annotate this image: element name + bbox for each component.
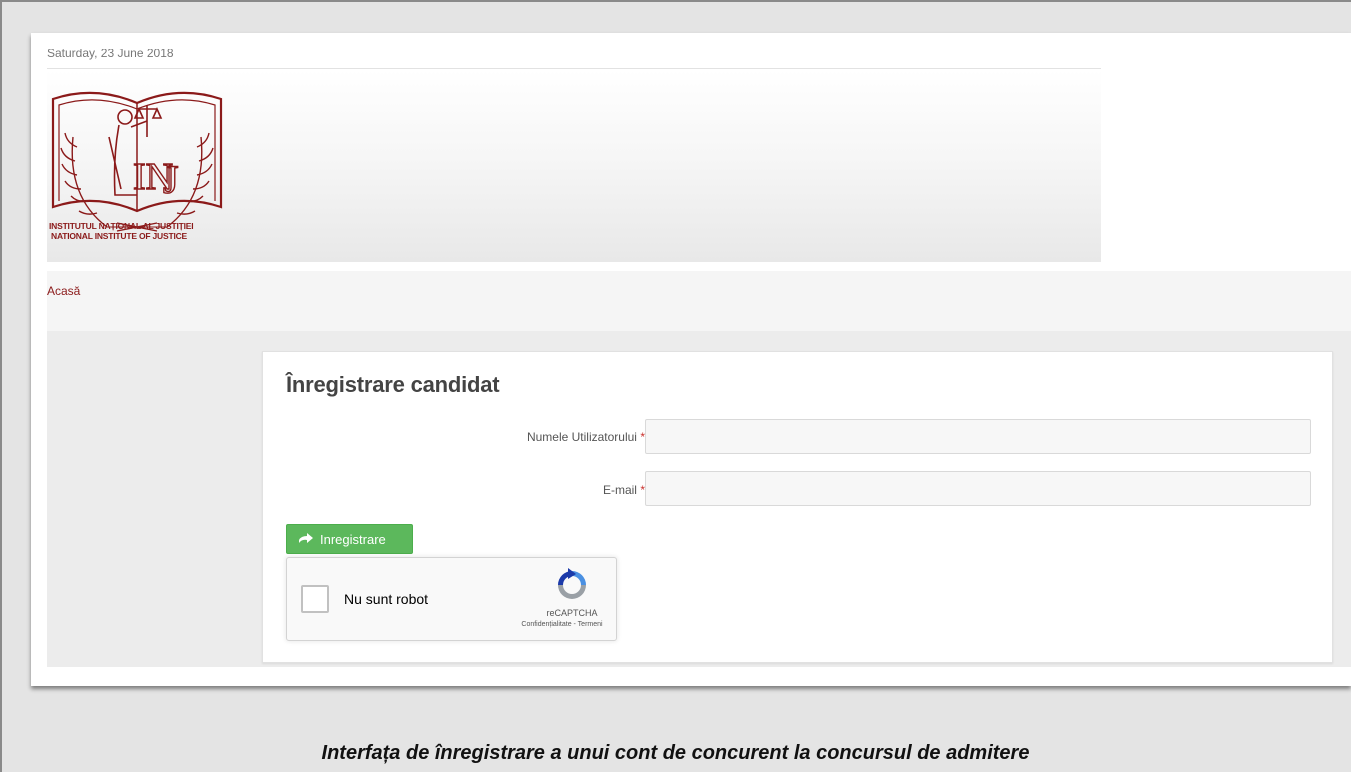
email-label: E-mail *: [602, 483, 645, 497]
register-button[interactable]: Inregistrare: [286, 524, 413, 554]
nav-bar: [47, 271, 1351, 331]
recaptcha-logo-icon: [558, 568, 586, 599]
registration-panel: Înregistrare candidat Numele Utilizatoru…: [262, 351, 1333, 663]
recaptcha-label: Nu sunt robot: [344, 591, 429, 607]
svg-text:J: J: [163, 157, 179, 202]
recaptcha-terms-link[interactable]: Confidențialitate - Termeni: [507, 621, 617, 628]
page-title: Înregistrare candidat: [286, 372, 500, 397]
recaptcha-widget: Nu sunt robot reCAPTCHA Confidențialitat…: [286, 557, 617, 641]
figure-caption: Interfața de înregistrare a unui cont de…: [321, 742, 1030, 764]
email-input[interactable]: [645, 471, 1311, 506]
arrow-right-icon: [299, 533, 313, 543]
institute-name-en: NATIONAL INSTITUTE OF JUSTICE: [51, 231, 188, 241]
browser-page: Saturday, 23 June 2018 IN J INSTITUTUL N…: [31, 33, 1351, 686]
username-input[interactable]: [645, 419, 1311, 454]
institute-name-ro: INSTITUTUL NAȚIONAL AL JUSTIȚIEI: [49, 221, 194, 231]
date-divider: [47, 68, 1101, 69]
current-date: Saturday, 23 June 2018: [47, 46, 174, 60]
recaptcha-brand: reCAPTCHA: [546, 608, 598, 618]
institute-name: INSTITUTUL NAȚIONAL AL JUSTIȚIEI NATIONA…: [49, 221, 229, 241]
recaptcha-checkbox[interactable]: [301, 585, 329, 613]
username-label: Numele Utilizatorului *: [526, 430, 645, 444]
nav-home-link[interactable]: Acasă: [47, 284, 80, 298]
register-button-label: Inregistrare: [320, 531, 386, 547]
